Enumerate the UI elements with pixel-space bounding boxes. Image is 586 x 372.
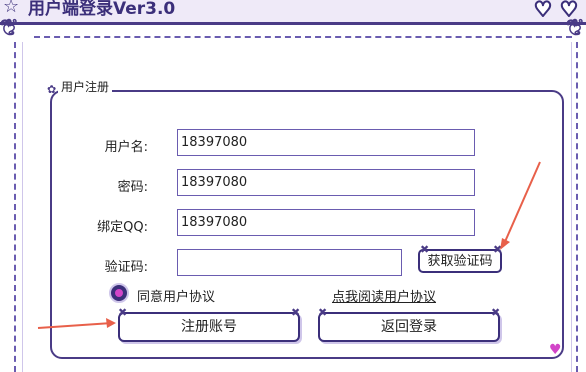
agree-label[interactable]: 同意用户协议 bbox=[137, 286, 215, 305]
password-label: 密码: bbox=[117, 180, 148, 195]
captcha-label: 验证码: bbox=[104, 260, 148, 275]
captcha-field[interactable] bbox=[177, 249, 402, 276]
read-agreement-link[interactable]: 点我阅读用户协议 bbox=[332, 286, 436, 305]
tack-icon: ✖ bbox=[318, 306, 328, 319]
top-dashed-divider bbox=[34, 36, 572, 38]
tack-icon: ✖ bbox=[420, 243, 430, 256]
bind-qq-field[interactable] bbox=[177, 209, 475, 236]
tack-icon: ✖ bbox=[291, 306, 301, 319]
tack-icon: ✖ bbox=[118, 306, 128, 319]
title-bar: ☆ 用户端登录Ver3.0 ♥ ♥ bbox=[0, 0, 586, 25]
register-button-label: 注册账号 bbox=[181, 319, 237, 335]
flower-icon: ✿ bbox=[47, 83, 57, 96]
tack-icon: ✖ bbox=[493, 243, 503, 256]
tack-icon: ✖ bbox=[491, 306, 501, 319]
username-label: 用户名: bbox=[104, 140, 148, 155]
password-field[interactable] bbox=[177, 169, 475, 196]
heart-icon[interactable]: ♥ bbox=[533, 0, 553, 22]
star-icon: ☆ bbox=[3, 0, 20, 17]
group-legend: 用户注册 bbox=[58, 78, 113, 95]
corner-heart-icon: ♥ bbox=[549, 342, 562, 358]
bind-qq-label: 绑定QQ: bbox=[97, 220, 148, 235]
back-to-login-label: 返回登录 bbox=[381, 319, 437, 335]
username-field[interactable] bbox=[177, 129, 475, 156]
get-captcha-button[interactable]: 获取验证码 bbox=[418, 249, 502, 273]
curl-left-icon: ❦ bbox=[0, 16, 19, 41]
register-button[interactable]: 注册账号 bbox=[118, 312, 300, 342]
window-title: 用户端登录Ver3.0 bbox=[28, 0, 176, 19]
agree-checkbox[interactable] bbox=[109, 283, 129, 303]
get-captcha-label: 获取验证码 bbox=[427, 254, 493, 269]
back-to-login-button[interactable]: 返回登录 bbox=[318, 312, 500, 342]
